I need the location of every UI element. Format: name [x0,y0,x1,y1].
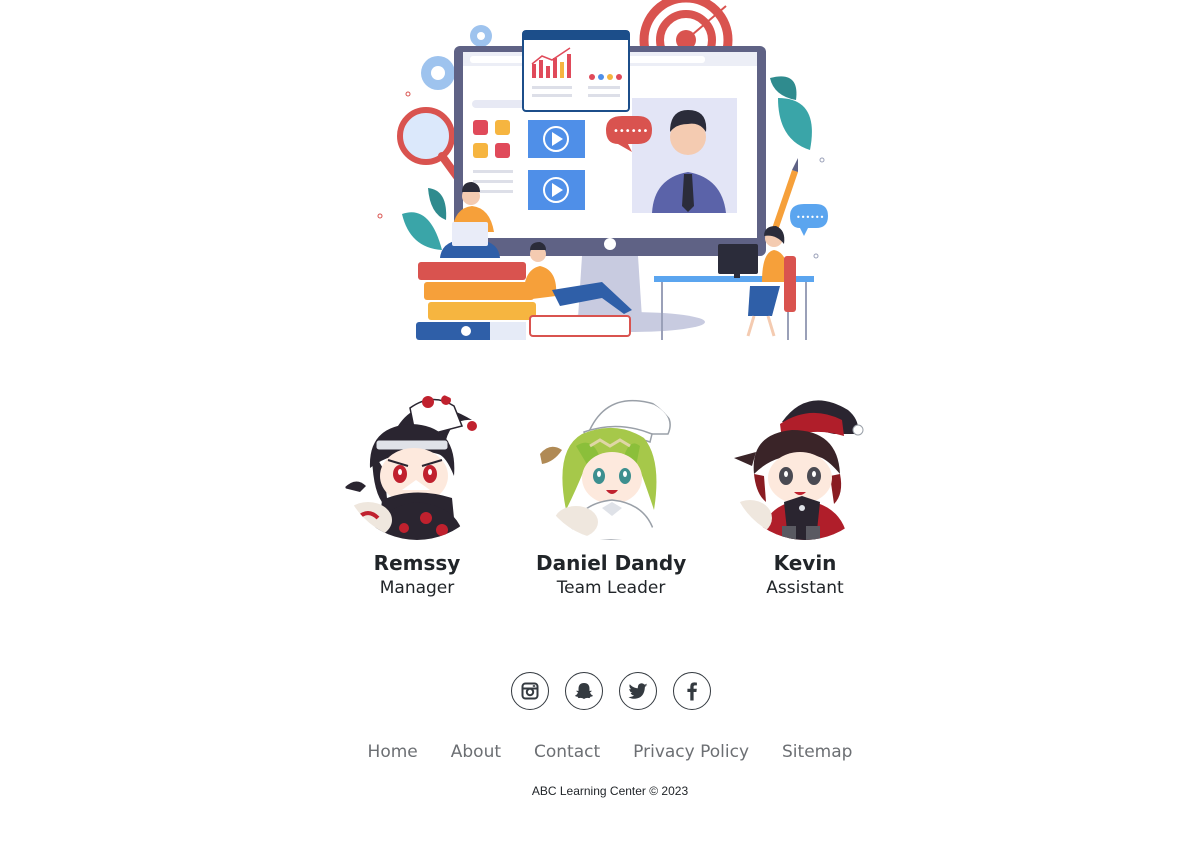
online-learning-illustration: •••••• •••••• [377,0,828,340]
team-member: Daniel Dandy Team Leader [536,390,686,600]
snapchat-button[interactable] [565,672,603,710]
twitter-icon [628,683,648,699]
footer-link-home[interactable]: Home [368,739,418,765]
twitter-button[interactable] [619,672,657,710]
team-member: Kevin Assistant [730,390,880,600]
chibi-avatar-green-hair [536,390,686,540]
hero-illustration: •••••• •••••• [370,0,840,350]
team-member: Remssy Manager [342,390,492,600]
member-name: Kevin [773,551,837,575]
avatar [342,390,492,540]
copyright-text: ABC Learning Center © 2023 [531,784,689,798]
footer-link-sitemap[interactable]: Sitemap [782,739,852,765]
snapchat-icon [575,683,593,699]
chibi-avatar-dark-cloak [342,390,492,540]
svg-text:••••••: •••••• [613,126,648,137]
member-name: Daniel Dandy [536,551,687,575]
footer-link-about[interactable]: About [451,739,501,765]
social-links [0,672,1198,714]
member-role: Manager [379,578,455,598]
team-section: Remssy Manager Daniel Dandy Team Leader … [340,390,880,610]
facebook-icon [687,682,697,701]
footer-link-contact[interactable]: Contact [534,739,600,765]
facebook-button[interactable] [673,672,711,710]
instagram-button[interactable] [511,672,549,710]
avatar [730,390,880,540]
instagram-icon [521,682,539,700]
chibi-avatar-red-cloak [730,390,880,540]
footer-link-privacy-policy[interactable]: Privacy Policy [633,739,749,765]
member-name: Remssy [373,551,461,575]
member-role: Assistant [766,578,844,598]
footer-nav: Home About Contact Privacy Policy Sitema… [0,739,1198,765]
member-role: Team Leader [556,578,666,598]
avatar [536,390,686,540]
svg-text:••••••: •••••• [796,213,824,222]
